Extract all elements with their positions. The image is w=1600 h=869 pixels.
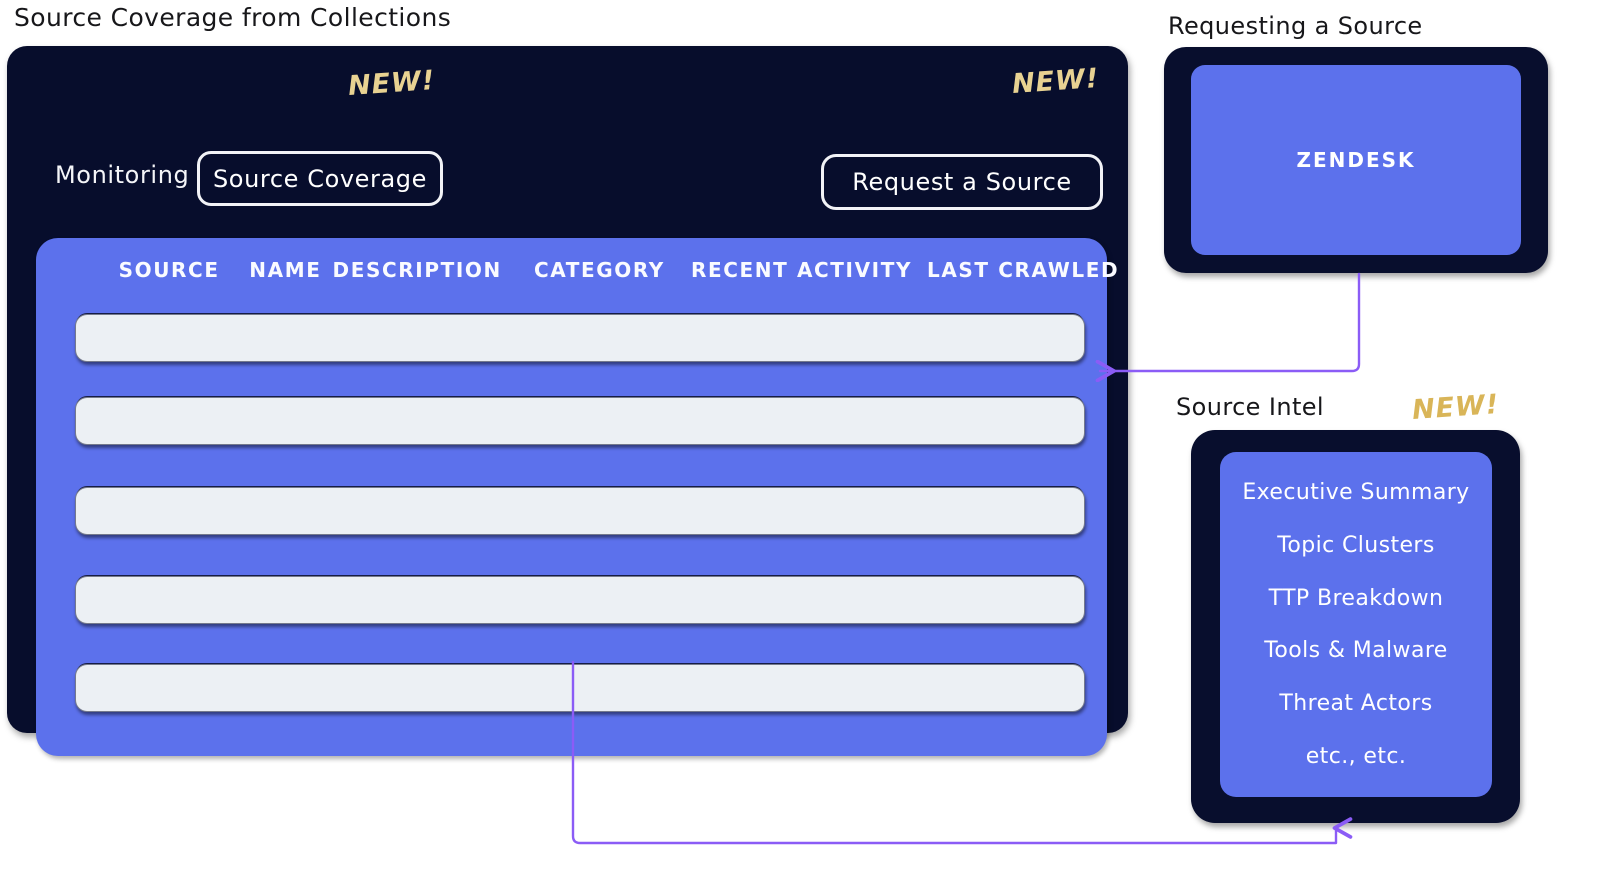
- main-app-window: Monitoring Source Coverage Request a Sou…: [7, 46, 1128, 756]
- column-header-source[interactable]: SOURCE: [102, 258, 236, 282]
- zendesk-label: ZENDESK: [1296, 148, 1416, 172]
- table-row[interactable]: [75, 314, 1085, 362]
- source-intel-item-etc[interactable]: etc., etc.: [1306, 744, 1407, 769]
- column-header-last-crawled[interactable]: LAST CRAWLED: [927, 258, 1118, 282]
- table-row[interactable]: [75, 487, 1085, 535]
- request-a-source-button[interactable]: Request a Source: [821, 154, 1103, 210]
- source-intel-panel: Executive Summary Topic Clusters TTP Bre…: [1220, 452, 1492, 797]
- zendesk-panel[interactable]: ZENDESK: [1191, 65, 1521, 255]
- source-intel-item-ttp-breakdown[interactable]: TTP Breakdown: [1269, 586, 1444, 611]
- table-row[interactable]: [75, 576, 1085, 624]
- caption-source-coverage-from-collections: Source Coverage from Collections: [14, 3, 452, 32]
- table-row[interactable]: [75, 397, 1085, 445]
- column-header-name[interactable]: NAME: [244, 258, 326, 282]
- requesting-a-source-card: ZENDESK: [1164, 47, 1548, 273]
- source-coverage-table-panel: SOURCE NAME DESCRIPTION CATEGORY RECENT …: [36, 238, 1118, 756]
- source-intel-item-executive-summary[interactable]: Executive Summary: [1242, 480, 1469, 505]
- nav-label-monitoring: Monitoring: [55, 161, 190, 189]
- column-header-description[interactable]: DESCRIPTION: [333, 258, 502, 282]
- source-intel-card: Executive Summary Topic Clusters TTP Bre…: [1191, 430, 1520, 823]
- wireframe-canvas: Source Coverage from Collections Request…: [0, 0, 1600, 869]
- new-badge-source-coverage-tab: NEW!: [347, 64, 437, 103]
- new-badge-request-a-source: NEW!: [1011, 62, 1101, 101]
- source-intel-item-tools-and-malware[interactable]: Tools & Malware: [1264, 638, 1447, 663]
- tab-source-coverage[interactable]: Source Coverage: [197, 151, 443, 206]
- caption-source-intel: Source Intel: [1176, 393, 1324, 421]
- caption-requesting-a-source: Requesting a Source: [1168, 12, 1423, 40]
- column-header-category[interactable]: CATEGORY: [528, 258, 671, 282]
- connector-zendesk-to-row: [1100, 272, 1361, 371]
- column-header-recent-activity[interactable]: RECENT ACTIVITY: [691, 258, 911, 282]
- table-row[interactable]: [75, 664, 1085, 712]
- source-intel-item-topic-clusters[interactable]: Topic Clusters: [1277, 533, 1434, 558]
- source-intel-item-threat-actors[interactable]: Threat Actors: [1279, 691, 1432, 716]
- new-badge-source-intel: NEW!: [1411, 388, 1501, 427]
- table-header-row: SOURCE NAME DESCRIPTION CATEGORY RECENT …: [36, 258, 1118, 282]
